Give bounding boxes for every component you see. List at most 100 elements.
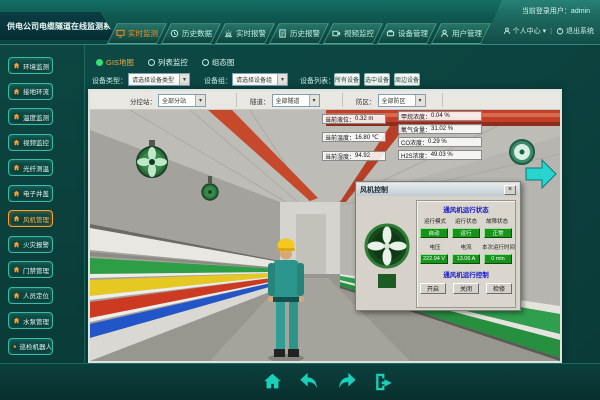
- divider: |: [550, 28, 552, 35]
- tab-video-monitor[interactable]: 视频监控: [323, 23, 383, 44]
- user-icon: [440, 29, 449, 38]
- house-icon: [13, 292, 20, 299]
- station-select[interactable]: 全部分站▾: [158, 94, 206, 107]
- zone-filter: 防区： 全部防区▾: [356, 94, 426, 107]
- device-group-select[interactable]: 请选择设备组 ▾: [232, 73, 288, 86]
- tab-user-manage[interactable]: 用户管理: [431, 23, 491, 44]
- device-type-label: 设备类型：: [92, 76, 127, 86]
- fan-status-panel: 通风机运行状态 运行模式 运行状态 故障状态 自动 运行 正常 电压 电流 本次…: [416, 200, 516, 308]
- selected-devices-button[interactable]: 选中设备: [364, 73, 390, 86]
- device-list-label: 设备列表：: [300, 76, 335, 86]
- run-mode-value: 自动: [420, 228, 448, 238]
- dialog-title: 风机控制: [360, 185, 388, 195]
- fan-start-button[interactable]: 开启: [420, 283, 446, 294]
- house-icon: [13, 88, 20, 95]
- run-state-label: 运行状态: [451, 217, 481, 225]
- device-type-select[interactable]: 请选择设备类型 ▾: [128, 73, 190, 86]
- tab-realtime-alarm[interactable]: 实时报警: [215, 23, 275, 44]
- tunnel-select[interactable]: 全部隧道▾: [272, 94, 320, 107]
- chevron-down-icon: ▾: [415, 95, 425, 106]
- house-icon: [13, 139, 20, 146]
- fan-control-dialog: 风机控制 × 通风机运行状态 运行模式 运行状态 故障状态 自动: [355, 181, 521, 311]
- chevron-down-icon: ▾: [309, 95, 319, 106]
- dialog-titlebar[interactable]: 风机控制 ×: [357, 183, 519, 196]
- divider: [236, 93, 237, 107]
- exit-button[interactable]: [372, 370, 396, 394]
- house-icon: [13, 62, 20, 69]
- sidebar-item-fiber-temp[interactable]: 光纤测温: [8, 159, 53, 176]
- radio-icon: [202, 59, 209, 66]
- fan-maintain-button[interactable]: 检修: [486, 283, 512, 294]
- all-devices-button[interactable]: 所有设备: [334, 73, 360, 86]
- app-title: 供电公司电缆隧道在线监测系统: [0, 21, 119, 32]
- fault-state-value: 正常: [484, 228, 512, 238]
- run-mode-label: 运行模式: [420, 217, 450, 225]
- sidebar-item-temperature[interactable]: 温度监测: [8, 108, 53, 125]
- sidebar-item-video[interactable]: 视频监控: [8, 134, 53, 151]
- divider: [342, 93, 343, 107]
- control-header: 通风机运行控制: [417, 269, 515, 279]
- user-center-link[interactable]: 个人中心 ▾: [503, 26, 547, 36]
- forward-icon: [336, 371, 358, 393]
- current-user-label: 当前登录用户：admin: [522, 6, 590, 16]
- house-icon: [13, 317, 20, 324]
- exit-icon: [373, 371, 395, 393]
- nearby-devices-button[interactable]: 周边设备: [394, 73, 420, 86]
- logout-link[interactable]: 退出系统: [556, 26, 594, 36]
- fan-unit-right[interactable]: [510, 140, 534, 164]
- sidebar-item-fire-alarm[interactable]: 火灾报警: [8, 236, 53, 253]
- radio-scada-view[interactable]: 组态图: [202, 57, 235, 68]
- status-header: 通风机运行状态: [417, 204, 515, 214]
- house-icon: [13, 266, 20, 273]
- humidity-readout: 当前湿度：94.92: [322, 151, 386, 161]
- sidebar-item-env-monitor[interactable]: 环境监测: [8, 57, 53, 74]
- chevron-down-icon: ▾: [179, 74, 189, 85]
- house-icon: [13, 215, 20, 222]
- radio-icon: [96, 59, 103, 66]
- house-icon: [13, 164, 20, 171]
- sidebar-item-manhole[interactable]: 电子井盖: [8, 185, 53, 202]
- home-button[interactable]: [261, 370, 285, 394]
- fault-state-label: 故障状态: [482, 217, 512, 225]
- chevron-down-icon: ▾: [195, 95, 205, 106]
- runtime-label: 本次运行时间: [482, 243, 512, 251]
- video-icon: [332, 29, 341, 38]
- sidebar-item-robot[interactable]: 巡检机器人: [8, 338, 53, 355]
- voltage-label: 电压: [420, 243, 450, 251]
- radio-gis-map[interactable]: GIS地图: [96, 57, 134, 68]
- sidebar-item-pump-manage[interactable]: 水泵管理: [8, 312, 53, 329]
- history-data-icon: [170, 29, 179, 38]
- fan-emblem: [360, 204, 414, 296]
- view-mode-radios: GIS地图 列表监控 组态图: [96, 57, 234, 68]
- tab-device-manage[interactable]: 设备管理: [377, 23, 437, 44]
- back-icon: [299, 371, 321, 393]
- forward-button[interactable]: [335, 370, 359, 394]
- liquid-level-readout: 当前液位：0.32 m: [322, 114, 386, 124]
- chevron-down-icon: ▾: [277, 74, 287, 85]
- house-icon: [13, 343, 17, 350]
- close-icon[interactable]: ×: [504, 185, 516, 195]
- sidebar-item-personnel[interactable]: 人员定位: [8, 287, 53, 304]
- sidebar-item-ground-current[interactable]: 接地环流: [8, 83, 53, 100]
- house-icon: [13, 190, 20, 197]
- h2s-readout: H2S浓度：49.03 %: [398, 150, 482, 160]
- sidebar: 环境监测 接地环流 温度监测 视频监控 光纤测温 电子井盖 风机管理 火灾报警 …: [0, 45, 85, 400]
- tab-history-data[interactable]: 历史数据: [161, 23, 221, 44]
- oxygen-readout: 氧气含量：31.02 %: [398, 124, 482, 134]
- header-bar: 供电公司电缆隧道在线监测系统 实时监测 历史数据 实时报警 历史报警 视频监控 …: [0, 0, 600, 45]
- radio-list-monitor[interactable]: 列表监控: [148, 57, 188, 68]
- zone-select[interactable]: 全部防区▾: [378, 94, 426, 107]
- alarm-icon: [224, 29, 233, 38]
- chevron-down-icon: ▾: [543, 27, 547, 35]
- device-icon: [386, 29, 395, 38]
- tab-history-alarm[interactable]: 历史报警: [269, 23, 329, 44]
- power-icon: [556, 27, 564, 35]
- scene-toolbar: 分控站： 全部分站▾ 隧道： 全部隧道▾ 防区： 全部防区▾: [90, 91, 560, 110]
- sidebar-item-access-control[interactable]: 门禁管理: [8, 261, 53, 278]
- tab-realtime-monitor[interactable]: 实时监测: [107, 23, 167, 44]
- station-filter: 分控站： 全部分站▾: [130, 94, 206, 107]
- fan-stop-button[interactable]: 关闭: [453, 283, 479, 294]
- back-button[interactable]: [298, 370, 322, 394]
- temperature-readout: 当前温度：16.80 ℃: [322, 132, 386, 142]
- sidebar-item-fan-manage[interactable]: 风机管理: [8, 210, 53, 227]
